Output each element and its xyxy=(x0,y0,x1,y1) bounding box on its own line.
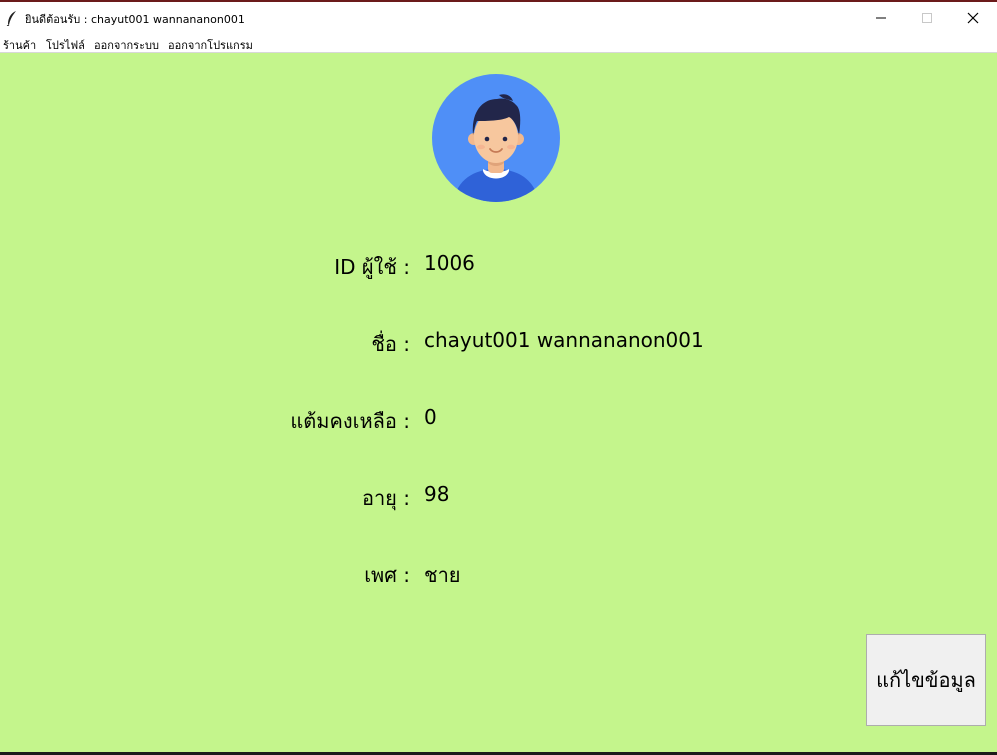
edit-profile-button[interactable]: แก้ไขข้อมูล xyxy=(866,634,986,726)
user-id-value: 1006 xyxy=(424,251,475,275)
name-label: ชื่อ : xyxy=(371,332,410,356)
minimize-icon xyxy=(876,17,886,19)
menu-item-profile[interactable]: โปรไฟล์ xyxy=(46,36,85,54)
gender-row: เพศ : ชาย xyxy=(0,559,997,589)
age-label: อายุ : xyxy=(361,486,410,510)
user-avatar-icon xyxy=(432,74,560,202)
menu-bar: ร้านค้า โปรไฟล์ ออกจากระบบ ออกจากโปรแกรม xyxy=(0,33,997,53)
maximize-button[interactable] xyxy=(904,2,950,33)
user-id-row: ID ผู้ใช้ : 1006 xyxy=(0,251,997,281)
gender-value: ชาย xyxy=(424,563,461,587)
age-row: อายุ : 98 xyxy=(0,482,997,512)
name-row: ชื่อ : chayut001 wannananon001 xyxy=(0,328,997,358)
points-label: แต้มคงเหลือ : xyxy=(290,409,410,433)
age-value: 98 xyxy=(424,482,450,506)
close-icon xyxy=(967,12,979,24)
menu-item-logout[interactable]: ออกจากระบบ xyxy=(94,36,159,54)
name-value: chayut001 wannananon001 xyxy=(424,328,704,352)
minimize-button[interactable] xyxy=(858,2,904,33)
feather-icon xyxy=(6,11,16,26)
points-value: 0 xyxy=(424,405,437,429)
profile-panel: ID ผู้ใช้ : 1006 ชื่อ : chayut001 wannan… xyxy=(0,53,997,755)
points-row: แต้มคงเหลือ : 0 xyxy=(0,405,997,435)
gender-label: เพศ : xyxy=(364,563,410,587)
window-title: ยินดีต้อนรับ : chayut001 wannananon001 xyxy=(25,13,245,26)
title-bar: ยินดีต้อนรับ : chayut001 wannananon001 xyxy=(0,0,997,33)
menu-item-exit[interactable]: ออกจากโปรแกรม xyxy=(168,36,253,54)
menu-item-shop[interactable]: ร้านค้า xyxy=(3,36,36,54)
close-button[interactable] xyxy=(950,2,996,33)
maximize-icon xyxy=(922,13,932,23)
user-id-label: ID ผู้ใช้ : xyxy=(334,255,410,279)
edit-profile-button-label: แก้ไขข้อมูล xyxy=(876,668,976,692)
